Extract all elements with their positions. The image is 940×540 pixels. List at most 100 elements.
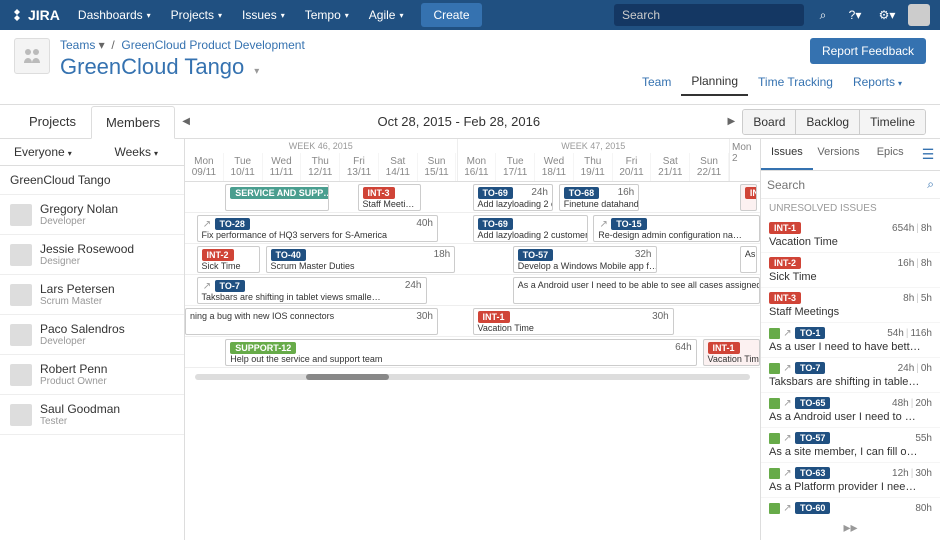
tab-planning[interactable]: Planning [681, 68, 748, 96]
task-card[interactable]: TO-69Add lazyloading 2 customerview [473, 215, 588, 242]
report-feedback-button[interactable]: Report Feedback [810, 38, 926, 64]
toolbar: ProjectsMembers ◀ Oct 28, 2015 - Feb 28,… [0, 105, 940, 139]
nav-agile[interactable]: Agile [359, 8, 414, 22]
more-icon[interactable]: ▸▸ [761, 515, 940, 540]
task-card[interactable]: 30hning a bug with new IOS connectors [185, 308, 438, 335]
tab-reports[interactable]: Reports [843, 69, 912, 95]
timeline-row: SERVICE AND SUPP… INT-3Staff Meeti… TO-692… [185, 182, 760, 213]
timeline-row: ↗TO-724hTaksbars are shifting in tablet … [185, 275, 760, 306]
issues-search-input[interactable] [767, 178, 927, 192]
view-backlog[interactable]: Backlog [795, 110, 859, 134]
panel-tab-versions[interactable]: Versions [813, 139, 865, 170]
help-icon[interactable]: ?▾ [842, 2, 868, 28]
member-row[interactable]: Saul GoodmanTester [0, 395, 184, 435]
issue-type-icon [769, 433, 780, 444]
filter-everyone[interactable]: Everyone [14, 145, 72, 159]
link-icon: ↗ [202, 281, 213, 292]
tab-projects[interactable]: Projects [14, 105, 91, 138]
team-row[interactable]: GreenCloud Tango [0, 166, 184, 195]
avatar [10, 284, 32, 306]
top-nav: JIRA DashboardsProjectsIssuesTempoAgile … [0, 0, 940, 30]
timeline-grid: WEEK 46, 2015Mon 09/11Tue 10/11Wed 11/11… [185, 139, 760, 540]
link-icon: ↗ [782, 398, 793, 409]
link-icon: ↗ [782, 328, 793, 339]
issue-row[interactable]: INT-1654h|8hVacation Time [761, 218, 940, 253]
task-card[interactable]: As a Android user I need to be able to s… [513, 277, 760, 304]
avatar [10, 324, 32, 346]
task-card[interactable]: TO-6924hAdd lazyloading 2 cus… [473, 184, 554, 211]
task-card[interactable]: As… [740, 246, 757, 273]
member-row[interactable]: Jessie RosewoodDesigner [0, 235, 184, 275]
issue-row[interactable]: ↗TO-5755hAs a site member, I can fill o… [761, 428, 940, 463]
issue-row[interactable]: ↗TO-6312h|30hAs a Platform provider I ne… [761, 463, 940, 498]
next-arrow-icon[interactable]: ▶ [720, 111, 742, 133]
team-icon [14, 38, 50, 74]
breadcrumb-teams[interactable]: Teams [60, 38, 95, 52]
timeline-row: ↗TO-2840hFix performance of HQ3 servers … [185, 213, 760, 244]
avatar [10, 364, 32, 386]
task-card[interactable]: TO-6816hFinetune datahandlin… [559, 184, 640, 211]
task-card[interactable]: INT-130hVacation Time [473, 308, 674, 335]
task-card[interactable]: INT-3Staff Meeti… [358, 184, 421, 211]
avatar [10, 244, 32, 266]
task-card[interactable]: ↗TO-2840hFix performance of HQ3 servers … [197, 215, 439, 242]
link-icon: ↗ [782, 433, 793, 444]
user-avatar[interactable] [908, 4, 930, 26]
tab-team[interactable]: Team [632, 69, 681, 95]
search-icon[interactable]: ⌕ [810, 2, 836, 28]
issues-heading: UNRESOLVED ISSUES [761, 199, 940, 218]
view-board[interactable]: Board [743, 110, 795, 134]
issue-type-icon [769, 363, 780, 374]
task-card[interactable]: SUPPORT-1264hHelp out the service and su… [225, 339, 697, 366]
issue-type-icon [769, 398, 780, 409]
task-card[interactable]: TO-4018hScrum Master Duties [266, 246, 456, 273]
search-icon[interactable]: ⌕ [927, 177, 934, 192]
issue-row[interactable]: ↗TO-724h|0hTaksbars are shifting in tabl… [761, 358, 940, 393]
task-card[interactable]: IN [740, 184, 757, 211]
filter-weeks[interactable]: Weeks [115, 145, 158, 159]
gear-icon[interactable]: ⚙▾ [874, 2, 900, 28]
create-button[interactable]: Create [421, 3, 481, 27]
timeline-row: 30hning a bug with new IOS connectors INT… [185, 306, 760, 337]
issue-type-icon [769, 468, 780, 479]
issue-type-icon [769, 503, 780, 514]
horizontal-scrollbar[interactable] [195, 374, 750, 380]
issue-row[interactable]: INT-216h|8hSick Time [761, 253, 940, 288]
member-row[interactable]: Paco SalendrosDeveloper [0, 315, 184, 355]
member-row[interactable]: Gregory NolanDeveloper [0, 195, 184, 235]
nav-issues[interactable]: Issues [232, 8, 295, 22]
issue-row[interactable]: ↗TO-6548h|20hAs a Android user I need to… [761, 393, 940, 428]
tab-members[interactable]: Members [91, 106, 175, 139]
task-card[interactable]: SERVICE AND SUPP… [225, 184, 329, 211]
global-search-input[interactable] [614, 4, 804, 26]
task-card[interactable]: INT-1Vacation Tim… [703, 339, 761, 366]
link-icon: ↗ [782, 468, 793, 479]
view-tabs: TeamPlanningTime TrackingReports [632, 64, 926, 96]
task-card[interactable]: ↗TO-724hTaksbars are shifting in tablet … [197, 277, 427, 304]
task-card[interactable]: INT-2Sick Time [197, 246, 260, 273]
timeline-row: INT-2Sick TimeTO-4018hScrum Master Dutie… [185, 244, 760, 275]
project-title[interactable]: GreenCloud Tango [60, 54, 632, 80]
view-timeline[interactable]: Timeline [859, 110, 925, 134]
issue-row[interactable]: ↗TO-6080hAs a site member, I can mark… [761, 498, 940, 515]
task-card[interactable]: ↗TO-15Re-design admin configuration na… [593, 215, 760, 242]
member-row[interactable]: Robert PennProduct Owner [0, 355, 184, 395]
nav-projects[interactable]: Projects [161, 8, 232, 22]
link-icon: ↗ [782, 503, 793, 514]
nav-dashboards[interactable]: Dashboards [68, 8, 161, 22]
panel-tab-issues[interactable]: Issues [761, 139, 813, 170]
issue-row[interactable]: INT-38h|5hStaff Meetings [761, 288, 940, 323]
breadcrumb-project[interactable]: GreenCloud Product Development [121, 38, 304, 52]
panel-tab-epics[interactable]: Epics [864, 139, 916, 170]
member-row[interactable]: Lars PetersenScrum Master [0, 275, 184, 315]
link-icon: ↗ [202, 219, 213, 230]
task-card[interactable]: TO-5732hDevelop a Windows Mobile app f… [513, 246, 657, 273]
issue-row[interactable]: ↗TO-154h|116hAs a user I need to have be… [761, 323, 940, 358]
tab-time-tracking[interactable]: Time Tracking [748, 69, 843, 95]
list-view-icon[interactable]: ☰ [916, 139, 940, 170]
nav-tempo[interactable]: Tempo [295, 8, 359, 22]
avatar [10, 204, 32, 226]
prev-arrow-icon[interactable]: ◀ [175, 111, 197, 133]
jira-logo[interactable]: JIRA [10, 7, 60, 23]
view-mode-buttons: BoardBacklogTimeline [742, 109, 926, 135]
